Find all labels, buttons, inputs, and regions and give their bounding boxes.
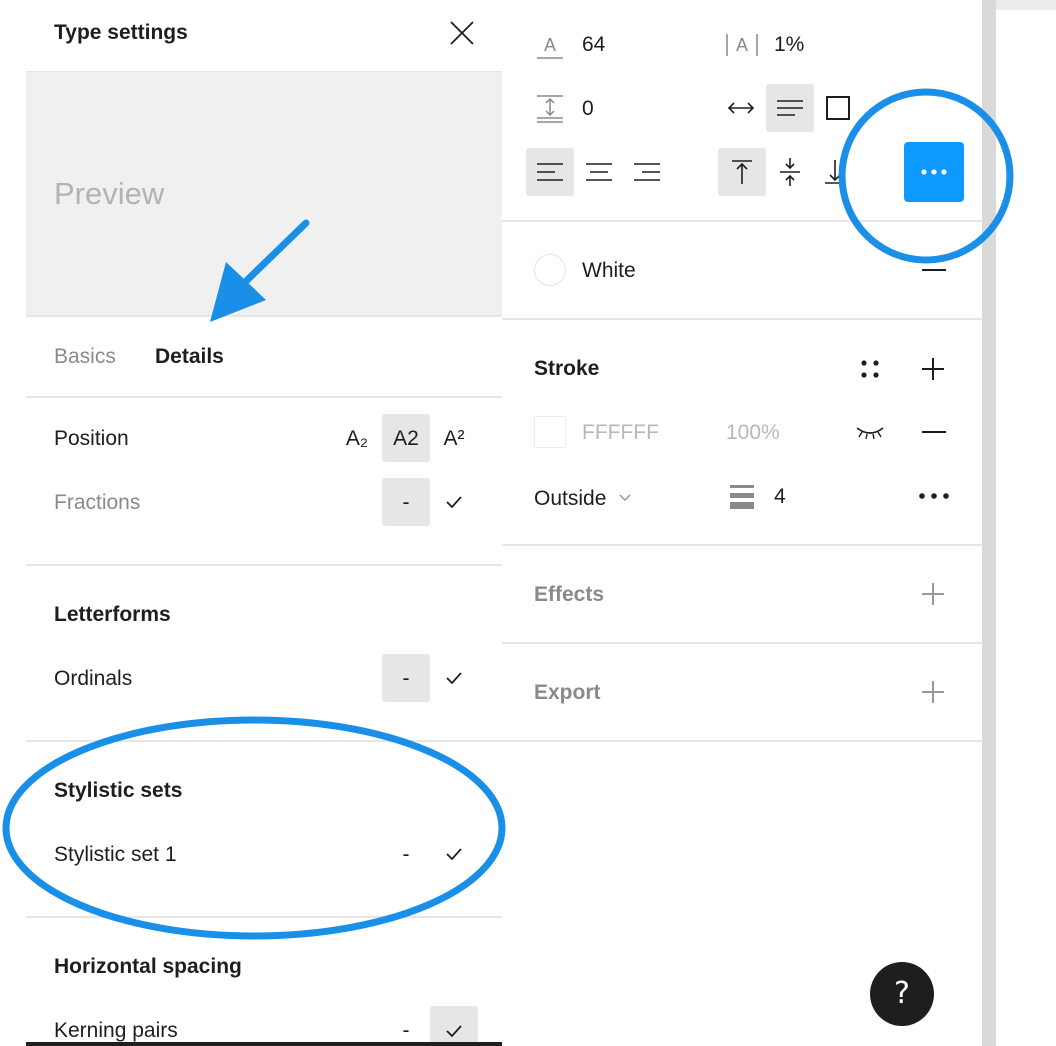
preview-text: Preview bbox=[54, 176, 165, 211]
stylistic-set-1-on-button[interactable] bbox=[432, 830, 476, 878]
remove-stroke-icon[interactable] bbox=[922, 431, 946, 433]
divider bbox=[502, 220, 982, 222]
square-icon bbox=[826, 96, 850, 120]
kerning-pairs-off-label: - bbox=[402, 1019, 410, 1042]
help-button[interactable]: ? bbox=[870, 962, 934, 1026]
letter-spacing-icon: A bbox=[724, 30, 760, 60]
subscript-button[interactable]: A₂ bbox=[334, 414, 380, 462]
align-left-icon bbox=[537, 163, 563, 181]
divider bbox=[26, 916, 502, 918]
ordinals-label: Ordinals bbox=[54, 667, 133, 690]
align-right-icon bbox=[634, 163, 660, 181]
add-export-icon[interactable] bbox=[920, 679, 946, 705]
divider bbox=[26, 315, 502, 317]
superscript-option: A² bbox=[443, 426, 465, 450]
stroke-position-select[interactable]: Outside bbox=[534, 486, 654, 510]
check-icon bbox=[446, 1025, 462, 1038]
check-icon bbox=[446, 848, 462, 861]
align-middle-button[interactable] bbox=[768, 148, 812, 196]
letter-spacing-value[interactable]: 1% bbox=[774, 34, 804, 55]
line-height-value[interactable]: 0 bbox=[582, 98, 594, 119]
position-label: Position bbox=[54, 427, 129, 450]
align-center-button[interactable] bbox=[576, 148, 622, 196]
align-middle-icon bbox=[780, 158, 800, 186]
subscript-option: A₂ bbox=[345, 426, 369, 450]
close-icon[interactable] bbox=[448, 19, 476, 47]
stylistic-sets-heading: Stylistic sets bbox=[54, 779, 183, 802]
letterforms-heading: Letterforms bbox=[54, 603, 171, 626]
font-size-value[interactable]: 64 bbox=[582, 34, 605, 55]
fill-color-name[interactable]: White bbox=[582, 260, 636, 281]
divider bbox=[502, 318, 982, 320]
check-icon bbox=[446, 496, 462, 509]
align-center-icon bbox=[586, 163, 612, 181]
horizontal-spacing-heading: Horizontal spacing bbox=[54, 955, 242, 978]
fixed-size-button[interactable] bbox=[816, 84, 860, 132]
canvas-edge bbox=[996, 0, 1056, 10]
advanced-stroke-icon[interactable] bbox=[916, 490, 952, 502]
divider bbox=[26, 564, 502, 566]
tab-basics[interactable]: Basics bbox=[54, 346, 116, 367]
type-settings-button[interactable] bbox=[904, 142, 964, 202]
font-size-icon: A bbox=[534, 30, 566, 60]
divider bbox=[26, 396, 502, 398]
kerning-pairs-on-button[interactable] bbox=[430, 1006, 478, 1046]
align-bottom-button[interactable] bbox=[814, 148, 848, 196]
effects-heading: Effects bbox=[534, 583, 605, 606]
svg-text:A: A bbox=[544, 35, 556, 55]
divider bbox=[502, 544, 982, 546]
panel-bottom-edge bbox=[26, 1042, 502, 1046]
superscript-button[interactable]: A² bbox=[432, 414, 476, 462]
horizontal-arrows-icon bbox=[727, 102, 755, 114]
check-icon bbox=[446, 672, 462, 685]
stroke-weight-value[interactable]: 4 bbox=[774, 486, 786, 507]
more-horizontal-icon bbox=[921, 169, 947, 175]
normal-position-button[interactable]: A2 bbox=[382, 414, 430, 462]
add-stroke-icon[interactable] bbox=[920, 356, 946, 382]
stylistic-set-1-off-button[interactable]: - bbox=[382, 830, 430, 878]
stroke-heading: Stroke bbox=[534, 357, 600, 380]
text-lines-icon bbox=[777, 100, 803, 116]
normal-option: A2 bbox=[393, 426, 419, 450]
panel-title: Type settings bbox=[54, 21, 188, 44]
align-bottom-icon bbox=[825, 160, 845, 184]
export-heading: Export bbox=[534, 681, 601, 704]
styles-grid-icon[interactable] bbox=[858, 358, 882, 380]
kerning-pairs-off-button[interactable]: - bbox=[382, 1006, 430, 1046]
stylistic-set-1-label: Stylistic set 1 bbox=[54, 843, 177, 866]
stroke-color-hex[interactable]: FFFFFF bbox=[582, 422, 659, 443]
align-top-button[interactable] bbox=[718, 148, 766, 196]
fractions-label: Fractions bbox=[54, 491, 141, 514]
panel-scrollbar[interactable] bbox=[982, 0, 996, 1046]
svg-text:A: A bbox=[736, 35, 748, 55]
auto-width-button[interactable] bbox=[718, 84, 764, 132]
fractions-off-label: - bbox=[402, 490, 410, 514]
fill-color-swatch[interactable] bbox=[534, 254, 566, 286]
align-top-icon bbox=[732, 160, 752, 184]
line-height-icon bbox=[534, 92, 566, 124]
chevron-down-icon bbox=[619, 494, 631, 502]
help-label: ? bbox=[894, 976, 910, 1011]
remove-fill-icon[interactable] bbox=[922, 269, 946, 271]
tab-details[interactable]: Details bbox=[155, 346, 224, 367]
stroke-weight-icon bbox=[728, 484, 756, 510]
align-left-button[interactable] bbox=[526, 148, 574, 196]
ordinals-off-button[interactable]: - bbox=[382, 654, 430, 702]
ordinals-on-button[interactable] bbox=[432, 654, 476, 702]
ordinals-off-label: - bbox=[402, 666, 410, 690]
stroke-opacity[interactable]: 100% bbox=[726, 422, 780, 443]
stylistic-set-1-off-label: - bbox=[402, 842, 410, 866]
fractions-on-button[interactable] bbox=[432, 478, 476, 526]
add-effect-icon[interactable] bbox=[920, 581, 946, 607]
align-right-button[interactable] bbox=[624, 148, 670, 196]
fractions-off-button[interactable]: - bbox=[382, 478, 430, 526]
divider bbox=[502, 642, 982, 644]
divider bbox=[502, 740, 982, 742]
eye-closed-icon[interactable] bbox=[854, 422, 886, 442]
kerning-pairs-label: Kerning pairs bbox=[54, 1019, 178, 1042]
auto-height-button[interactable] bbox=[766, 84, 814, 132]
stroke-color-swatch[interactable] bbox=[534, 416, 566, 448]
stroke-position-value: Outside bbox=[534, 486, 607, 510]
divider bbox=[26, 740, 502, 742]
